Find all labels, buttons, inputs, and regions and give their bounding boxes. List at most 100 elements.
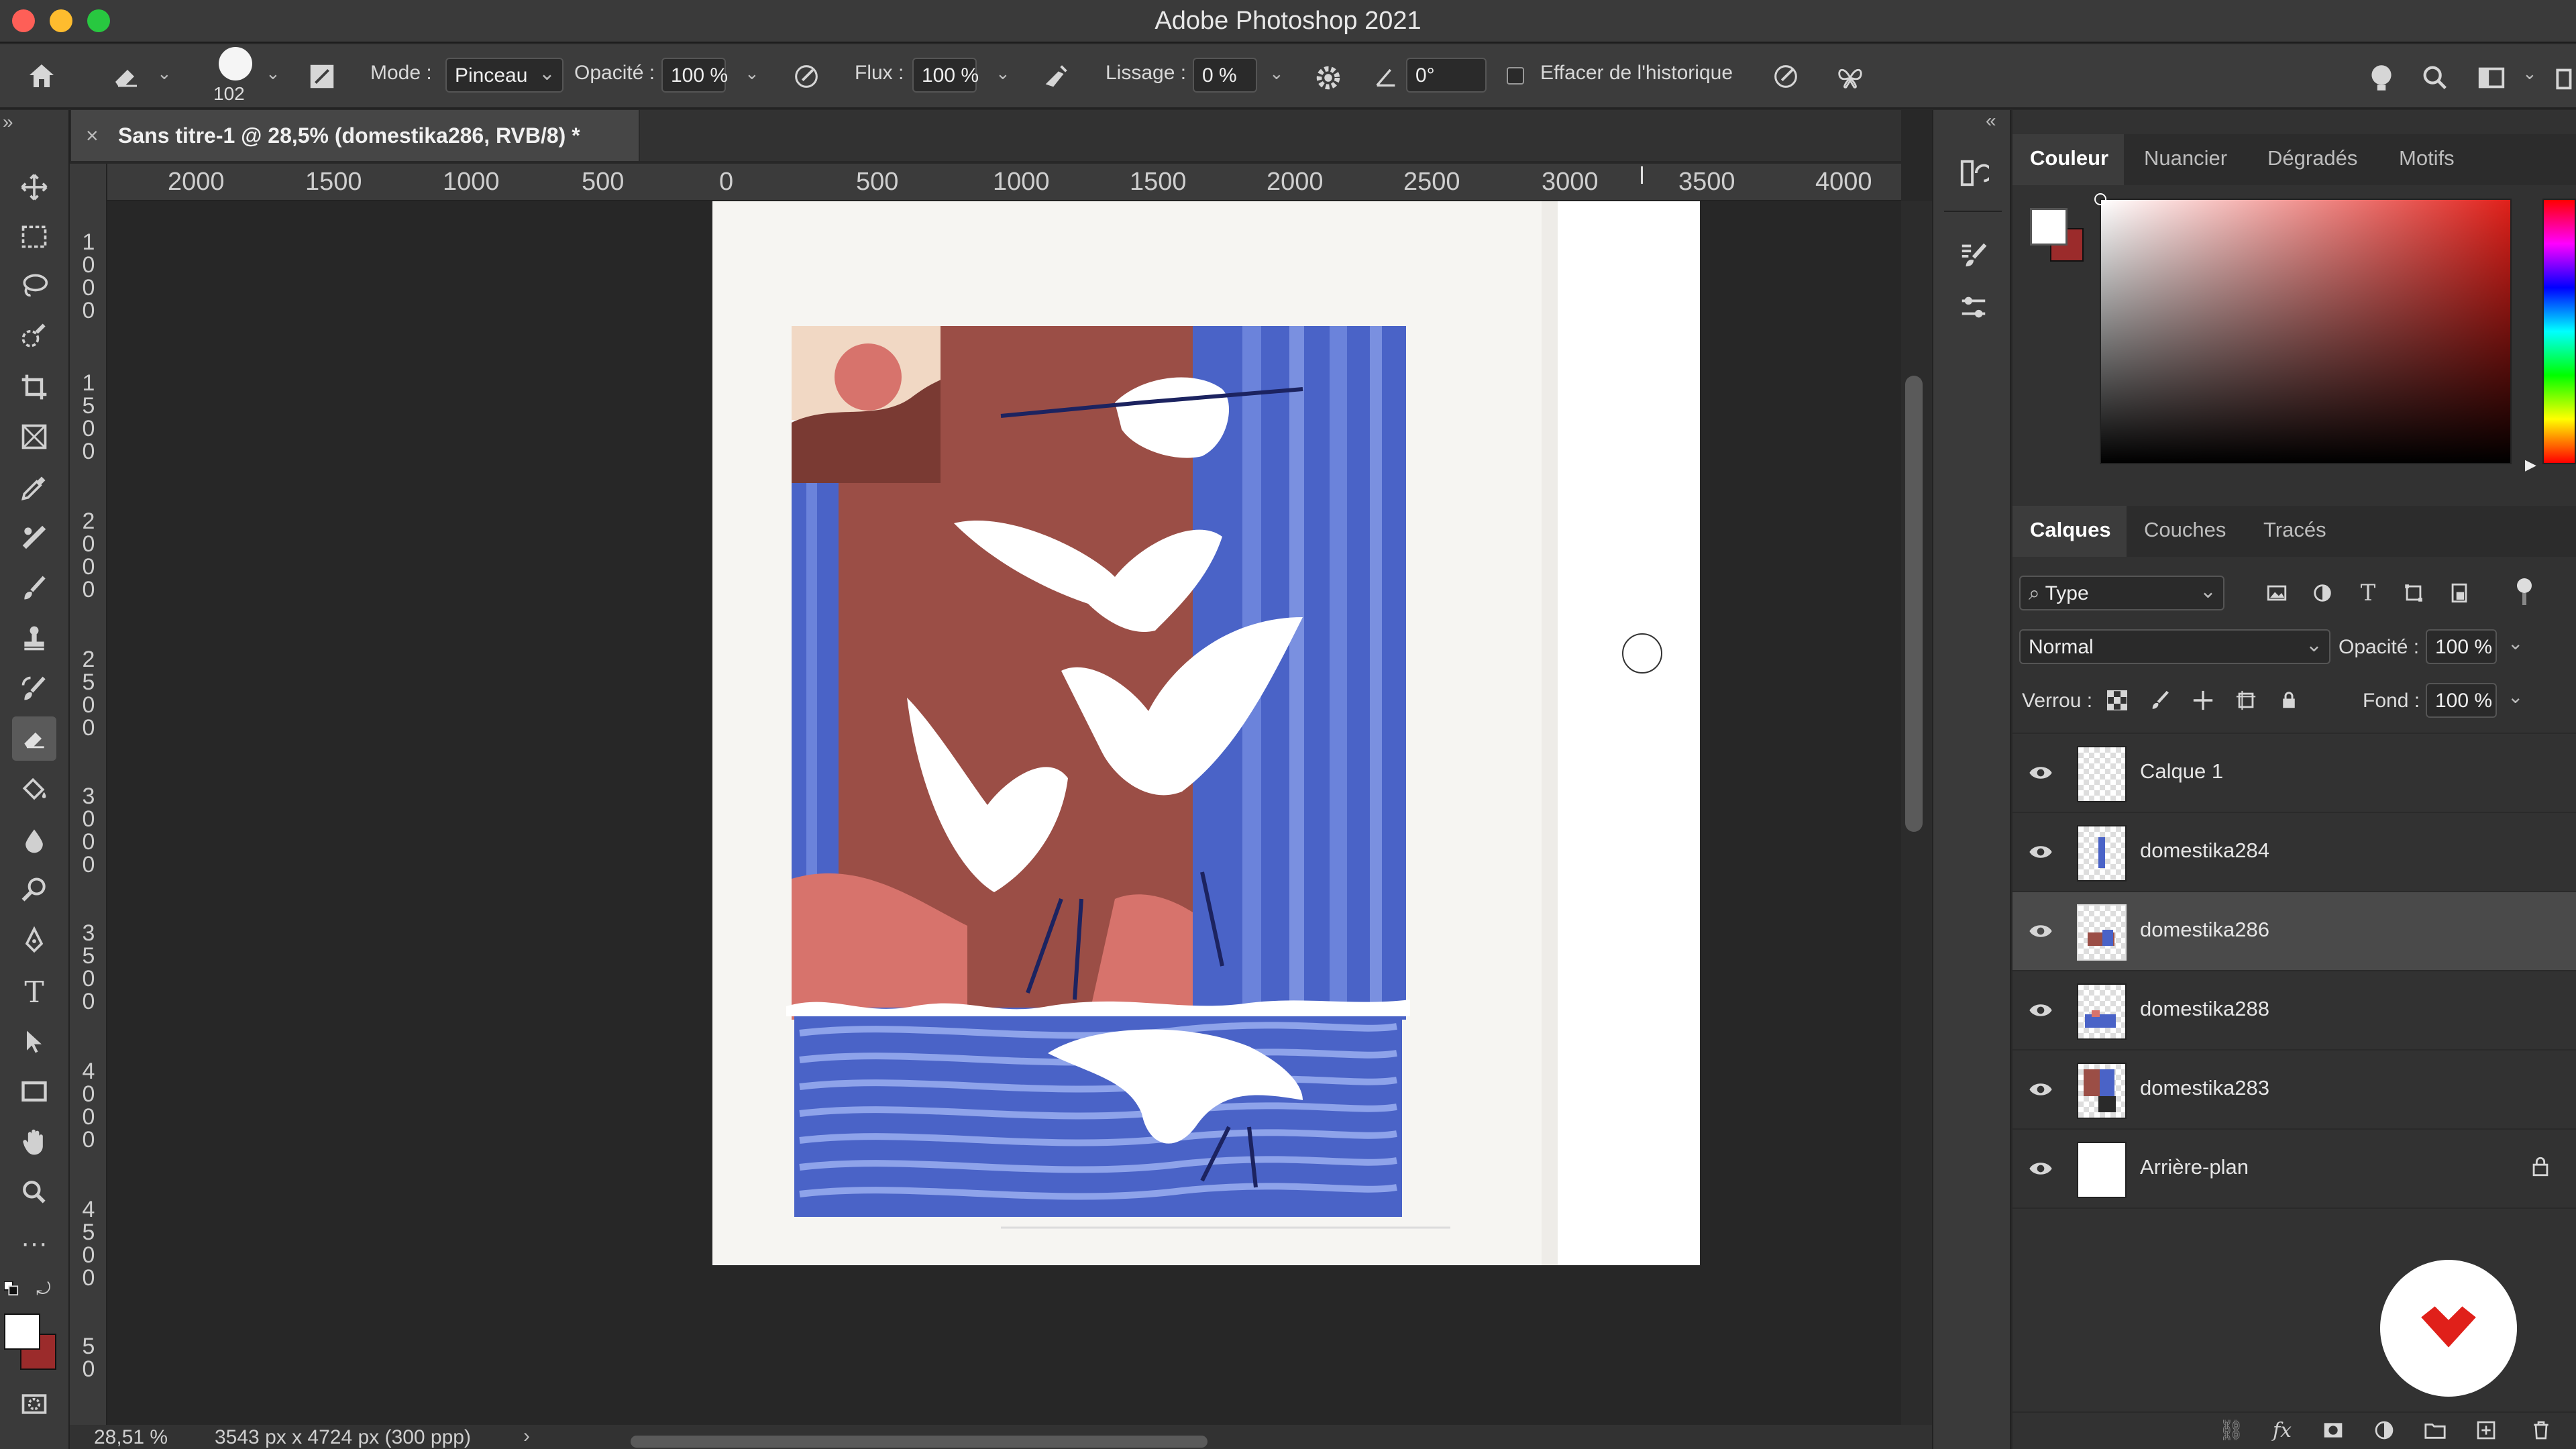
- hue-slider[interactable]: [2542, 199, 2576, 464]
- clone-stamp-tool-icon[interactable]: [12, 616, 56, 660]
- horizontal-scrollbar-thumb[interactable]: [631, 1436, 1208, 1448]
- close-tab-icon[interactable]: ×: [86, 123, 99, 148]
- filter-shape-icon[interactable]: [2399, 578, 2428, 608]
- document-tab[interactable]: × Sans titre-1 @ 28,5% (domestika286, RV…: [71, 110, 640, 161]
- swap-colors-icon[interactable]: ⤾: [36, 1279, 54, 1299]
- brush-settings-panel-icon[interactable]: [1953, 235, 1994, 275]
- tab-degrades[interactable]: Dégradés: [2267, 146, 2357, 170]
- airbrush-icon[interactable]: [1038, 59, 1073, 94]
- filter-smart-object-icon[interactable]: [2445, 578, 2474, 608]
- workspace-icon[interactable]: [2471, 58, 2512, 98]
- learn-lightbulb-icon[interactable]: [2361, 58, 2402, 98]
- home-icon[interactable]: [23, 58, 60, 95]
- lock-image-icon[interactable]: [2145, 686, 2175, 715]
- more-tools-icon[interactable]: ···: [12, 1221, 56, 1265]
- horizontal-ruler[interactable]: 2000 1500 1000 500 0 500 1000 1500 2000 …: [107, 164, 1901, 201]
- frame-tool-icon[interactable]: [12, 415, 56, 459]
- collapse-panels-icon[interactable]: «: [1986, 110, 1996, 131]
- layer-opacity-input[interactable]: 100 %: [2426, 629, 2497, 664]
- blur-tool-icon[interactable]: [12, 818, 56, 863]
- search-icon[interactable]: [2415, 58, 2455, 98]
- move-tool-icon[interactable]: [12, 165, 56, 209]
- visibility-eye-icon[interactable]: [2027, 918, 2054, 945]
- layer-row[interactable]: Arrière-plan: [2012, 1130, 2576, 1209]
- layer-row[interactable]: domestika283: [2012, 1051, 2576, 1130]
- layer-row[interactable]: Calque 1: [2012, 734, 2576, 813]
- type-tool-icon[interactable]: T: [12, 970, 56, 1014]
- layer-opacity-chevron-icon[interactable]: ⌄: [2508, 632, 2523, 654]
- filter-toggle[interactable]: [2517, 578, 2534, 608]
- new-layer-icon[interactable]: [2471, 1415, 2501, 1445]
- add-mask-icon[interactable]: [2318, 1415, 2348, 1445]
- hand-tool-icon[interactable]: [12, 1120, 56, 1165]
- layer-filter-select[interactable]: ⌕ Type ⌄: [2019, 576, 2224, 610]
- visibility-eye-icon[interactable]: [2027, 1076, 2054, 1103]
- marquee-tool-icon[interactable]: [12, 215, 56, 259]
- brush-preview-icon[interactable]: [219, 47, 252, 80]
- layer-row[interactable]: domestika288: [2012, 971, 2576, 1051]
- quick-selection-tool-icon[interactable]: [12, 314, 56, 358]
- filter-pixel-icon[interactable]: [2262, 578, 2292, 608]
- quick-mask-icon[interactable]: [12, 1382, 56, 1426]
- foreground-color-chip[interactable]: [2030, 208, 2068, 246]
- lasso-tool-icon[interactable]: [12, 264, 56, 309]
- filter-type-icon[interactable]: T: [2353, 578, 2383, 608]
- layer-row-selected[interactable]: domestika286: [2012, 892, 2576, 971]
- tab-calques[interactable]: Calques: [2030, 518, 2111, 542]
- tab-traces[interactable]: Tracés: [2263, 518, 2326, 542]
- new-group-icon[interactable]: [2420, 1415, 2450, 1445]
- color-field[interactable]: [2100, 199, 2512, 464]
- vertical-scrollbar-thumb[interactable]: [1905, 376, 1923, 832]
- eraser-tool-preset-icon[interactable]: [107, 58, 145, 95]
- fx-icon[interactable]: fx: [2267, 1415, 2297, 1445]
- history-panel-icon[interactable]: [1953, 153, 1994, 193]
- layer-name[interactable]: domestika284: [2140, 839, 2269, 863]
- workspace-chevron-icon[interactable]: ⌄: [2522, 63, 2537, 84]
- layer-row[interactable]: domestika284: [2012, 813, 2576, 892]
- history-brush-tool-icon[interactable]: [12, 667, 56, 711]
- visibility-eye-icon[interactable]: [2027, 759, 2054, 786]
- symmetry-butterfly-icon[interactable]: [1831, 59, 1869, 97]
- chevron-down-icon[interactable]: ⌄: [157, 63, 172, 84]
- hue-slider-handle-icon[interactable]: ▶: [2525, 456, 2536, 474]
- pressure-size-icon[interactable]: [1768, 59, 1803, 94]
- color-picker-handle[interactable]: [2094, 193, 2106, 205]
- layer-name[interactable]: domestika288: [2140, 997, 2269, 1021]
- status-chevron-icon[interactable]: ›: [523, 1425, 530, 1448]
- pressure-opacity-icon[interactable]: [789, 59, 824, 94]
- opacity-chevron-icon[interactable]: ⌄: [745, 63, 759, 84]
- layer-name[interactable]: Arrière-plan: [2140, 1155, 2249, 1179]
- flow-chevron-icon[interactable]: ⌄: [996, 63, 1010, 84]
- layer-name[interactable]: domestika283: [2140, 1076, 2269, 1100]
- rectangle-tool-icon[interactable]: [12, 1069, 56, 1114]
- mode-select[interactable]: Pinceau ⌄: [445, 58, 564, 93]
- brush-settings-icon[interactable]: [305, 59, 339, 94]
- brush-tool-icon[interactable]: [12, 566, 56, 610]
- delete-layer-icon[interactable]: [2526, 1415, 2556, 1445]
- smoothing-input[interactable]: 0 %: [1193, 58, 1257, 93]
- collapse-toolbar-icon[interactable]: »: [3, 111, 13, 133]
- visibility-eye-icon[interactable]: [2027, 997, 2054, 1024]
- lock-artboard-icon[interactable]: [2231, 686, 2261, 715]
- adjustments-panel-icon[interactable]: [1953, 287, 1994, 327]
- erase-history-checkbox[interactable]: [1507, 67, 1524, 85]
- share-icon[interactable]: [2549, 58, 2576, 98]
- healing-brush-tool-icon[interactable]: [12, 515, 56, 559]
- visibility-eye-icon[interactable]: [2027, 839, 2054, 865]
- vertical-ruler[interactable]: 1 0 0 0 1 5 0 0 2 0 0 0 2 5 0 0 3 0 0 0 …: [70, 164, 107, 1425]
- visibility-eye-icon[interactable]: [2027, 1155, 2054, 1182]
- path-selection-tool-icon[interactable]: [12, 1020, 56, 1064]
- foreground-color-swatch[interactable]: [4, 1313, 40, 1350]
- fill-input[interactable]: 100 %: [2426, 683, 2497, 718]
- new-adjustment-layer-icon[interactable]: [2369, 1415, 2399, 1445]
- pen-tool-icon[interactable]: [12, 919, 56, 963]
- lock-position-icon[interactable]: [2188, 686, 2218, 715]
- layer-name[interactable]: domestika286: [2140, 918, 2269, 942]
- default-colors-icon[interactable]: [3, 1281, 19, 1296]
- link-layers-icon[interactable]: ⛓: [2216, 1415, 2246, 1445]
- tab-motifs[interactable]: Motifs: [2399, 146, 2455, 170]
- paint-bucket-tool-icon[interactable]: [12, 767, 56, 812]
- tab-nuancier[interactable]: Nuancier: [2144, 146, 2227, 170]
- flow-input[interactable]: 100 %: [912, 58, 979, 93]
- layer-name[interactable]: Calque 1: [2140, 759, 2223, 784]
